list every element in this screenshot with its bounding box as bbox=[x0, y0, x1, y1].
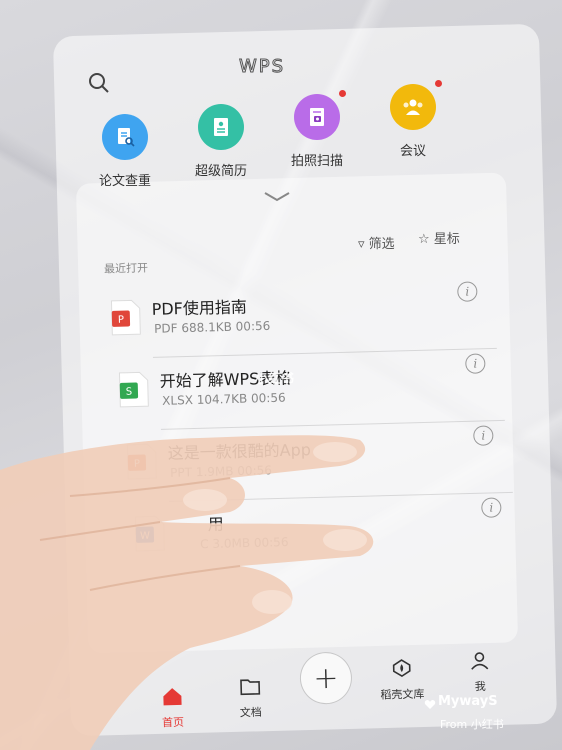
nav-label: 文档 bbox=[239, 705, 262, 720]
file-name: PDF使用指南 bbox=[151, 297, 248, 319]
document-search-icon bbox=[102, 114, 148, 160]
nav-home[interactable]: 首页 bbox=[142, 685, 203, 731]
watermark-text: 小红书 bbox=[255, 372, 295, 387]
star-button[interactable]: ☆ 星标 bbox=[418, 228, 460, 247]
user-icon bbox=[471, 652, 489, 670]
chevron-down-icon[interactable] bbox=[262, 190, 292, 204]
filter-label: 筛选 bbox=[368, 237, 395, 252]
xlsx-file-icon: S bbox=[118, 371, 149, 408]
logo-text: WPS bbox=[239, 56, 285, 77]
notification-dot bbox=[339, 90, 346, 97]
file-row[interactable]: P 这是一款很酷的App PPT 1.9MB 00:56 i bbox=[119, 423, 513, 503]
app-label: 论文查重 bbox=[98, 174, 151, 189]
file-name: 用 bbox=[207, 514, 224, 535]
file-meta: PDF 688.1KB 00:56 bbox=[154, 318, 271, 336]
app-label: 会议 bbox=[399, 144, 426, 159]
svg-text:P: P bbox=[134, 459, 140, 470]
camera-scan-icon bbox=[294, 90, 346, 140]
app-resume[interactable]: 超级简历 bbox=[176, 104, 266, 179]
heart-icon bbox=[424, 700, 436, 709]
svg-text:W: W bbox=[140, 531, 150, 542]
folder-icon bbox=[240, 679, 261, 696]
file-name: 这是一款很酷的App bbox=[167, 440, 312, 463]
file-meta: C 3.0MB 00:56 bbox=[200, 534, 289, 552]
app-paper-check[interactable]: 论文查重 bbox=[80, 114, 170, 189]
nav-me[interactable]: 我 bbox=[449, 649, 510, 695]
info-icon[interactable]: i bbox=[481, 497, 502, 518]
file-meta: PPT 1.9MB 00:56 bbox=[170, 463, 273, 480]
app-label: 超级简历 bbox=[194, 164, 247, 179]
wps-logo: WPS bbox=[238, 56, 285, 78]
pdf-file-icon: P bbox=[110, 299, 141, 336]
filter-icon: ▿ bbox=[358, 237, 365, 252]
app-photo-scan[interactable]: 拍照扫描 bbox=[272, 90, 362, 169]
doc-file-icon: W bbox=[134, 515, 165, 552]
docer-icon bbox=[392, 659, 411, 678]
star-icon: ☆ bbox=[418, 232, 430, 247]
bottom-navigation: 首页 文档 + 稻壳文库 我 bbox=[139, 635, 521, 729]
file-row[interactable]: S 开始了解WPS表格 XLSX 104.7KB 00:56 i bbox=[111, 351, 505, 431]
resume-icon bbox=[198, 104, 244, 150]
info-icon[interactable]: i bbox=[457, 281, 478, 302]
app-label: 拍照扫描 bbox=[290, 154, 343, 169]
notification-dot bbox=[435, 80, 442, 87]
ppt-file-icon: P bbox=[126, 443, 157, 480]
search-icon[interactable] bbox=[86, 70, 112, 96]
nav-documents[interactable]: 文档 bbox=[220, 675, 281, 721]
watermark-source: From 小红书 bbox=[440, 718, 504, 731]
svg-text:S: S bbox=[126, 387, 133, 398]
file-meta: XLSX 104.7KB 00:56 bbox=[162, 390, 286, 408]
recent-section-label: 最近打开 bbox=[103, 261, 149, 276]
info-icon[interactable]: i bbox=[473, 425, 494, 446]
app-meeting[interactable]: 会议 bbox=[368, 80, 458, 159]
file-row[interactable]: P PDF使用指南 PDF 688.1KB 00:56 i bbox=[103, 279, 497, 359]
home-icon bbox=[163, 688, 182, 706]
info-icon[interactable]: i bbox=[465, 353, 486, 374]
nav-docer[interactable]: 稻壳文库 bbox=[371, 657, 432, 703]
meeting-icon bbox=[390, 80, 442, 130]
star-label: 星标 bbox=[433, 232, 460, 247]
add-button[interactable]: + bbox=[299, 651, 353, 705]
filter-button[interactable]: ▿ 筛选 bbox=[358, 233, 395, 252]
nav-label: 我 bbox=[474, 679, 486, 694]
file-row[interactable]: W 用 C 3.0MB 00:56 i bbox=[127, 495, 521, 575]
svg-text:P: P bbox=[118, 315, 124, 326]
nav-label: 首页 bbox=[161, 715, 185, 730]
watermark-name: MywayS bbox=[438, 694, 498, 709]
